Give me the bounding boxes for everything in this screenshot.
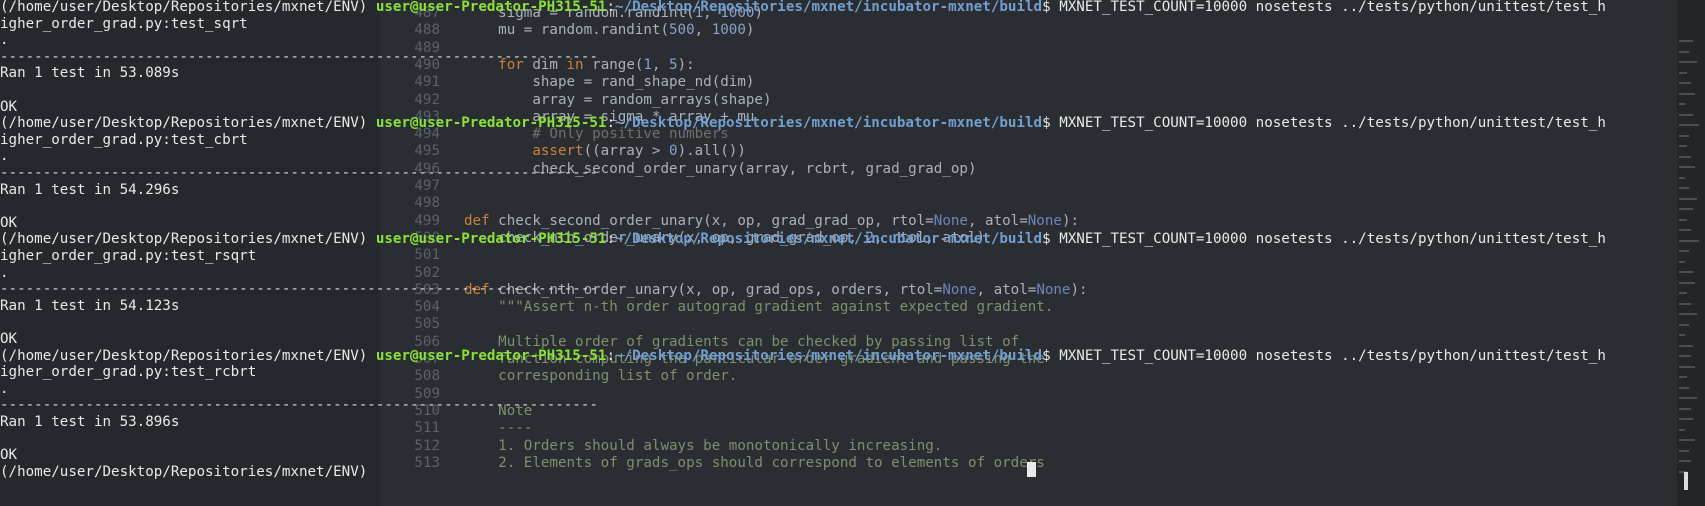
env-prefix: (/home/user/Desktop/Repositories/mxnet/E… <box>0 347 376 364</box>
prompt-separator: : <box>606 347 616 364</box>
working-directory: ~/Desktop/Repositories/mxnet/incubator-m… <box>615 0 1043 15</box>
user-host: user@user-Predator-PH315-51 <box>375 115 607 132</box>
separator-dashes: ----------------------------------------… <box>0 397 598 414</box>
test-result-text: Ran 1 test in 54.123s <box>0 297 180 314</box>
test-result: Ran 1 test in 54.123s <box>0 297 179 316</box>
command-wrap: igher_order_grad.py:test_cbrt <box>0 131 248 150</box>
command-wrap: igher_order_grad.py:test_sqrt <box>0 15 248 34</box>
terminal[interactable]: (/home/user/Desktop/Repositories/mxnet/E… <box>0 0 1705 506</box>
prompt-symbol: $ <box>1042 0 1060 15</box>
separator-dashes: ----------------------------------------… <box>0 48 598 65</box>
user-host: user@user-Predator-PH315-51 <box>375 231 607 248</box>
command-wrap: igher_order_grad.py:test_rcbrt <box>0 363 256 382</box>
test-result: Ran 1 test in 54.296s <box>0 181 179 200</box>
status-ok-text: OK <box>0 98 18 115</box>
test-result: Ran 1 test in 53.089s <box>0 64 179 83</box>
progress-dot-text: . <box>0 32 9 49</box>
test-result-text: Ran 1 test in 54.296s <box>0 181 180 198</box>
prompt-separator: : <box>606 0 616 15</box>
test-result: Ran 1 test in 53.896s <box>0 413 179 432</box>
command-wrap: igher_order_grad.py:test_rsqrt <box>0 247 256 266</box>
status-ok-text: OK <box>0 331 18 347</box>
env-prefix: (/home/user/Desktop/Repositories/mxnet/E… <box>0 231 376 248</box>
test-result-text: Ran 1 test in 53.896s <box>0 414 180 430</box>
command-wrap-text: igher_order_grad.py:test_rsqrt <box>0 248 257 264</box>
screen: 487 sigma = random.randint(1, 1000) 488 m… <box>0 0 1705 506</box>
prompt-separator: : <box>606 231 616 248</box>
command-text: MXNET_TEST_COUNT=10000 nosetests ../test… <box>1059 231 1606 248</box>
terminal-cursor <box>1027 462 1036 477</box>
env-prefix: (/home/user/Desktop/Repositories/mxnet/E… <box>0 463 376 480</box>
working-directory: ~/Desktop/Repositories/mxnet/incubator-m… <box>615 347 1043 364</box>
user-host: user@user-Predator-PH315-51 <box>375 0 607 15</box>
progress-dot-text: . <box>0 380 9 397</box>
user-host: user@user-Predator-PH315-51 <box>375 347 607 364</box>
progress-dot-text: . <box>0 264 9 281</box>
status-ok-text: OK <box>0 447 18 464</box>
working-directory: ~/Desktop/Repositories/mxnet/incubator-m… <box>615 231 1043 248</box>
prompt-symbol: $ <box>1042 231 1060 248</box>
prompt-symbol: $ <box>1042 347 1060 364</box>
command-text: MXNET_TEST_COUNT=10000 nosetests ../test… <box>1059 347 1606 364</box>
separator-dashes: ----------------------------------------… <box>0 165 598 181</box>
status-ok-text: OK <box>0 214 18 231</box>
command-text: MXNET_TEST_COUNT=10000 nosetests ../test… <box>1059 0 1606 15</box>
test-result-text: Ran 1 test in 53.089s <box>0 65 180 82</box>
command-wrap-text: igher_order_grad.py:test_sqrt <box>0 15 248 32</box>
terminal-active-prompt: (/home/user/Desktop/Repositories/mxnet/E… <box>0 463 376 482</box>
prompt-symbol: $ <box>1042 115 1060 132</box>
command-wrap-text: igher_order_grad.py:test_cbrt <box>0 131 248 148</box>
env-prefix: (/home/user/Desktop/Repositories/mxnet/E… <box>0 115 376 132</box>
command-wrap-text: igher_order_grad.py:test_rcbrt <box>0 364 257 381</box>
env-prefix: (/home/user/Desktop/Repositories/mxnet/E… <box>0 0 376 15</box>
working-directory: ~/Desktop/Repositories/mxnet/incubator-m… <box>615 115 1043 132</box>
separator-dashes: ----------------------------------------… <box>0 281 598 298</box>
prompt-separator: : <box>606 115 616 132</box>
command-text: MXNET_TEST_COUNT=10000 nosetests ../test… <box>1059 115 1606 132</box>
progress-dot-text: . <box>0 148 9 165</box>
